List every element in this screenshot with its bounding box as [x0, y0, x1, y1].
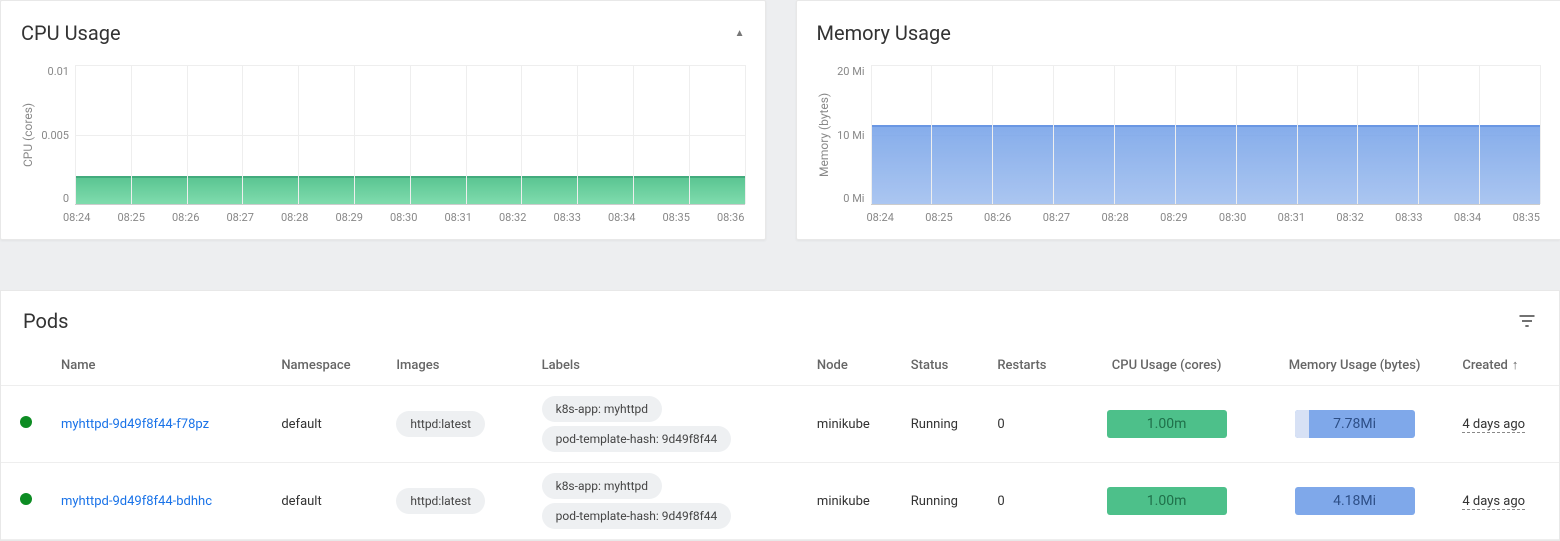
pod-restarts: 0: [987, 386, 1076, 463]
memory-usage-title: Memory Usage: [817, 21, 951, 45]
image-chip[interactable]: httpd:latest: [396, 411, 485, 437]
x-tick: 08:28: [1101, 211, 1128, 224]
x-tick: 08:32: [1336, 211, 1363, 224]
x-tick: 08:34: [1454, 211, 1481, 224]
x-tick: 08:35: [1513, 211, 1540, 224]
x-tick: 08:29: [336, 211, 363, 224]
pods-table: Name Namespace Images Labels Node Status…: [1, 345, 1559, 540]
table-row: myhttpd-9d49f8f44-f78pz default httpd:la…: [1, 386, 1559, 463]
x-tick: 08:29: [1160, 211, 1187, 224]
col-restarts[interactable]: Restarts: [987, 345, 1076, 386]
pod-name-link[interactable]: myhttpd-9d49f8f44-bdhhc: [61, 494, 212, 509]
x-tick: 08:32: [499, 211, 526, 224]
cpu-usage-bar: 1.00m: [1107, 410, 1227, 438]
x-tick: 08:24: [63, 211, 90, 224]
x-tick: 08:35: [663, 211, 690, 224]
status-dot-icon: [20, 493, 32, 505]
mem-y-tick: 10 Mi: [837, 129, 864, 142]
x-tick: 08:31: [1278, 211, 1305, 224]
x-tick: 08:34: [608, 211, 635, 224]
label-chip[interactable]: k8s-app: myhttpd: [542, 396, 662, 422]
pod-status: Running: [901, 463, 988, 540]
x-tick: 08:27: [227, 211, 254, 224]
table-header-row: Name Namespace Images Labels Node Status…: [1, 345, 1559, 386]
label-chip[interactable]: k8s-app: myhttpd: [542, 473, 662, 499]
cpu-usage-bar: 1.00m: [1107, 487, 1227, 515]
x-tick: 08:30: [390, 211, 417, 224]
col-node[interactable]: Node: [807, 345, 901, 386]
col-namespace[interactable]: Namespace: [271, 345, 386, 386]
x-tick: 08:31: [445, 211, 472, 224]
pod-status: Running: [901, 386, 988, 463]
x-tick: 08:28: [281, 211, 308, 224]
x-tick: 08:24: [867, 211, 894, 224]
cpu-usage-title: CPU Usage: [21, 21, 121, 45]
mem-y-tick: 20 Mi: [837, 65, 864, 78]
status-dot-icon: [20, 416, 32, 428]
pod-node: minikube: [807, 386, 901, 463]
mem-x-ticks: 08:24 08:25 08:26 08:27 08:28 08:29 08:30 08:31…: [867, 211, 1541, 224]
col-images[interactable]: Images: [386, 345, 531, 386]
cpu-plot-area[interactable]: [75, 65, 745, 205]
col-status[interactable]: Status: [901, 345, 988, 386]
sort-asc-icon: ↑: [1512, 358, 1519, 373]
col-cpu[interactable]: CPU Usage (cores): [1076, 345, 1256, 386]
col-name[interactable]: Name: [51, 345, 271, 386]
cpu-y-tick: 0: [63, 192, 69, 205]
pods-title: Pods: [23, 309, 69, 333]
chevron-up-icon[interactable]: ▲: [735, 28, 745, 39]
mem-area-fill: [871, 125, 1541, 204]
memory-usage-bar: 4.18Mi: [1295, 487, 1415, 515]
created-time[interactable]: 4 days ago: [1462, 417, 1525, 433]
table-row: myhttpd-9d49f8f44-bdhhc default httpd:la…: [1, 463, 1559, 540]
pod-node: minikube: [807, 463, 901, 540]
x-tick: 08:33: [1395, 211, 1422, 224]
cpu-usage-card: CPU Usage ▲ CPU (cores) 0.01 0.005 0 08:…: [0, 0, 766, 240]
x-tick: 08:30: [1219, 211, 1246, 224]
col-mem[interactable]: Memory Usage (bytes): [1257, 345, 1453, 386]
mem-plot-area[interactable]: [871, 65, 1541, 205]
created-time[interactable]: 4 days ago: [1462, 494, 1525, 510]
memory-usage-card: Memory Usage Memory (bytes) 20 Mi 10 Mi …: [796, 0, 1560, 240]
x-tick: 08:27: [1043, 211, 1070, 224]
col-labels[interactable]: Labels: [532, 345, 807, 386]
cpu-y-tick: 0.005: [41, 129, 69, 142]
x-tick: 08:26: [172, 211, 199, 224]
col-created[interactable]: Created↑: [1452, 345, 1559, 386]
memory-usage-bar: 7.78Mi: [1295, 410, 1415, 438]
label-chip[interactable]: pod-template-hash: 9d49f8f44: [542, 426, 732, 452]
pod-name-link[interactable]: myhttpd-9d49f8f44-f78pz: [61, 417, 209, 432]
mem-y-tick: 0 Mi: [843, 192, 864, 205]
filter-icon[interactable]: [1517, 311, 1537, 331]
cpu-y-axis-label: CPU (cores): [21, 65, 35, 205]
x-tick: 08:36: [717, 211, 744, 224]
pod-namespace: default: [271, 386, 386, 463]
mem-y-ticks: 20 Mi 10 Mi 0 Mi: [831, 65, 871, 205]
x-tick: 08:33: [554, 211, 581, 224]
cpu-y-tick: 0.01: [48, 65, 69, 78]
label-chip[interactable]: pod-template-hash: 9d49f8f44: [542, 503, 732, 529]
cpu-y-ticks: 0.01 0.005 0: [35, 65, 75, 205]
cpu-x-ticks: 08:24 08:25 08:26 08:27 08:28 08:29 08:30 08:31…: [63, 211, 745, 224]
pods-card: Pods Name Namespace Images Labels Node S…: [0, 290, 1560, 541]
pod-namespace: default: [271, 463, 386, 540]
x-tick: 08:26: [984, 211, 1011, 224]
image-chip[interactable]: httpd:latest: [396, 488, 485, 514]
x-tick: 08:25: [925, 211, 952, 224]
pod-restarts: 0: [987, 463, 1076, 540]
mem-y-axis-label: Memory (bytes): [817, 65, 831, 205]
x-tick: 08:25: [118, 211, 145, 224]
